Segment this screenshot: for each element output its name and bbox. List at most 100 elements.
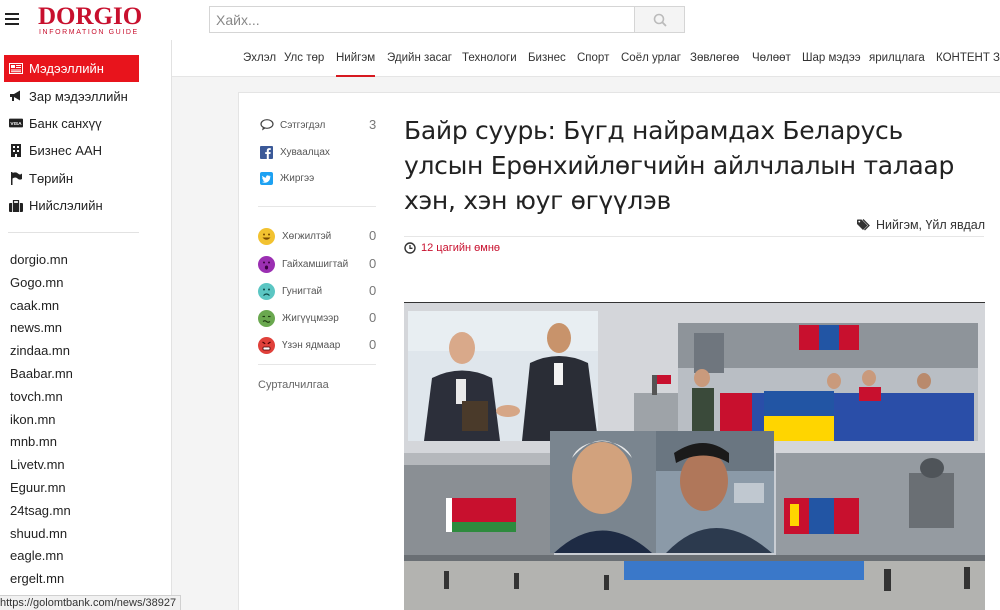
building-icon	[9, 144, 23, 158]
site-link[interactable]: news.mn	[10, 317, 73, 340]
category-ads[interactable]: Зар мэдээллийн	[4, 82, 139, 109]
left-sidebar: Мэдээллийн Зар мэдээллийн VISA Банк санх…	[0, 40, 172, 610]
nav-tab-economy[interactable]: Эдийн засаг	[387, 40, 452, 77]
sad-face-icon	[258, 282, 275, 300]
angry-face-icon	[258, 336, 275, 354]
search-button[interactable]	[635, 6, 685, 33]
sponsored-label: Сурталчилгаа	[258, 379, 329, 391]
search-icon	[653, 13, 667, 27]
nav-tab-business[interactable]: Бизнес	[528, 40, 566, 77]
tags-icon	[857, 219, 870, 231]
site-link[interactable]: dorgio.mn	[10, 249, 73, 272]
laughing-face-icon	[258, 227, 275, 245]
site-link[interactable]: ikon.mn	[10, 409, 73, 432]
category-label: Нийслэлийн	[29, 198, 103, 214]
article-tags[interactable]: Нийгэм, Үйл явдал	[857, 218, 985, 232]
publish-time: 12 цагийн өмнө	[404, 242, 500, 254]
reaction-label: Гайхамшигтай	[282, 258, 349, 270]
reaction-count: 0	[369, 256, 377, 271]
category-list: Мэдээллийн Зар мэдээллийн VISA Банк санх…	[4, 55, 139, 219]
nav-tab-society[interactable]: Нийгэм	[336, 40, 376, 77]
reaction-label: Үзэн ядмаар	[282, 339, 341, 351]
nav-tab-free[interactable]: Чөлөөт	[752, 40, 791, 77]
article-hero-image[interactable]	[404, 302, 985, 610]
reaction-count: 0	[369, 310, 377, 325]
briefcase-icon	[9, 199, 23, 212]
category-label: Банк санхүү	[29, 115, 102, 131]
reaction-divider	[258, 206, 376, 207]
nav-tab-gossip[interactable]: Шар мэдээ	[802, 40, 861, 77]
site-link[interactable]: 24tsag.mn	[10, 500, 73, 523]
site-link[interactable]: tovch.mn	[10, 386, 73, 409]
reaction-disgust[interactable]: Жигүүцмээр	[258, 309, 339, 327]
comment-link[interactable]: Сэтгэгдэл	[259, 117, 325, 133]
reaction-label: Жигүүцмээр	[282, 312, 339, 324]
category-state[interactable]: Төрийн	[4, 165, 139, 192]
logo-text: DORGIO	[38, 3, 143, 30]
search-input[interactable]	[210, 7, 634, 32]
site-link[interactable]: Baabar.mn	[10, 363, 73, 386]
reaction-amazing[interactable]: Гайхамшигтай	[258, 255, 348, 273]
svg-text:VISA: VISA	[10, 121, 22, 127]
category-news[interactable]: Мэдээллийн	[4, 55, 139, 83]
comment-icon	[259, 118, 274, 132]
newspaper-icon	[9, 63, 23, 75]
nav-tab-advice[interactable]: Зөвлөгөө	[690, 40, 739, 77]
visa-card-icon: VISA	[9, 117, 23, 129]
site-link[interactable]: ergelt.mn	[10, 568, 73, 591]
nav-tab-sport[interactable]: Спорт	[577, 40, 609, 77]
surprised-face-icon	[258, 255, 275, 273]
sick-face-icon	[258, 309, 275, 327]
site-logo[interactable]: DORGIO INFORMATION GUIDE	[38, 3, 143, 37]
site-link[interactable]: shuud.mn	[10, 523, 73, 546]
category-label: Зар мэдээллийн	[29, 88, 128, 104]
category-label: Төрийн	[29, 170, 74, 186]
facebook-icon	[259, 145, 274, 159]
facebook-share-button[interactable]: Хуваалцах	[259, 144, 330, 160]
category-nav-bar: Эхлэл Улс төр Нийгэм Эдийн засаг Техноло…	[172, 40, 1000, 77]
reaction-count: 0	[369, 283, 377, 298]
comment-label: Сэтгэгдэл	[280, 119, 326, 131]
category-bank[interactable]: VISA Банк санхүү	[4, 110, 139, 137]
category-label: Мэдээллийн	[29, 61, 104, 77]
nav-tab-politics[interactable]: Улс төр	[284, 40, 324, 77]
site-link[interactable]: Gogo.mn	[10, 272, 73, 295]
twitter-label: Жиргээ	[280, 172, 315, 184]
twitter-share-button[interactable]: Жиргээ	[259, 170, 314, 186]
search-field-wrapper	[209, 6, 635, 33]
logo-subtitle: INFORMATION GUIDE	[39, 29, 139, 36]
nav-tab-technology[interactable]: Технологи	[462, 40, 517, 77]
reaction-divider	[258, 364, 376, 365]
category-business[interactable]: Бизнес ААН	[4, 137, 139, 164]
reaction-label: Хөгжилтэй	[282, 230, 332, 242]
article-title: Байр суурь: Бүгд найрамдах Беларусь улсы…	[404, 116, 955, 215]
reaction-count: 0	[369, 228, 377, 243]
site-link[interactable]: eagle.mn	[10, 545, 73, 568]
status-bar-url: https://golomtbank.com/news/38927	[0, 595, 182, 610]
tags-text: Нийгэм, Үйл явдал	[876, 218, 985, 232]
nav-tab-culture[interactable]: Соёл урлаг	[621, 40, 681, 77]
clock-icon	[404, 242, 416, 254]
category-capital[interactable]: Нийслэлийн	[4, 192, 139, 219]
publish-time-text: 12 цагийн өмнө	[421, 242, 501, 254]
reaction-sad[interactable]: Гунигтай	[258, 282, 322, 300]
megaphone-icon	[9, 90, 23, 102]
site-link-list: dorgio.mn Gogo.mn caak.mn news.mn zindaa…	[10, 249, 73, 591]
site-link[interactable]: zindaa.mn	[10, 340, 73, 363]
site-link[interactable]: mnb.mn	[10, 431, 73, 454]
hamburger-menu-icon[interactable]	[5, 13, 19, 25]
reaction-hate[interactable]: Үзэн ядмаар	[258, 336, 340, 354]
site-link[interactable]: Eguur.mn	[10, 477, 73, 500]
sidebar-divider	[8, 232, 139, 233]
nav-tab-home[interactable]: Эхлэл	[243, 40, 276, 77]
flag-icon	[9, 171, 23, 185]
comment-count: 3	[369, 117, 377, 132]
nav-tab-content[interactable]: КОНТЕНТ ЗА	[936, 40, 1000, 77]
category-label: Бизнес ААН	[29, 143, 103, 159]
title-divider	[404, 236, 984, 237]
reaction-funny[interactable]: Хөгжилтэй	[258, 227, 331, 245]
site-link[interactable]: caak.mn	[10, 295, 73, 318]
nav-tab-interview[interactable]: ярилцлага	[869, 40, 925, 77]
site-link[interactable]: Livetv.mn	[10, 454, 73, 477]
reaction-count: 0	[369, 337, 377, 352]
